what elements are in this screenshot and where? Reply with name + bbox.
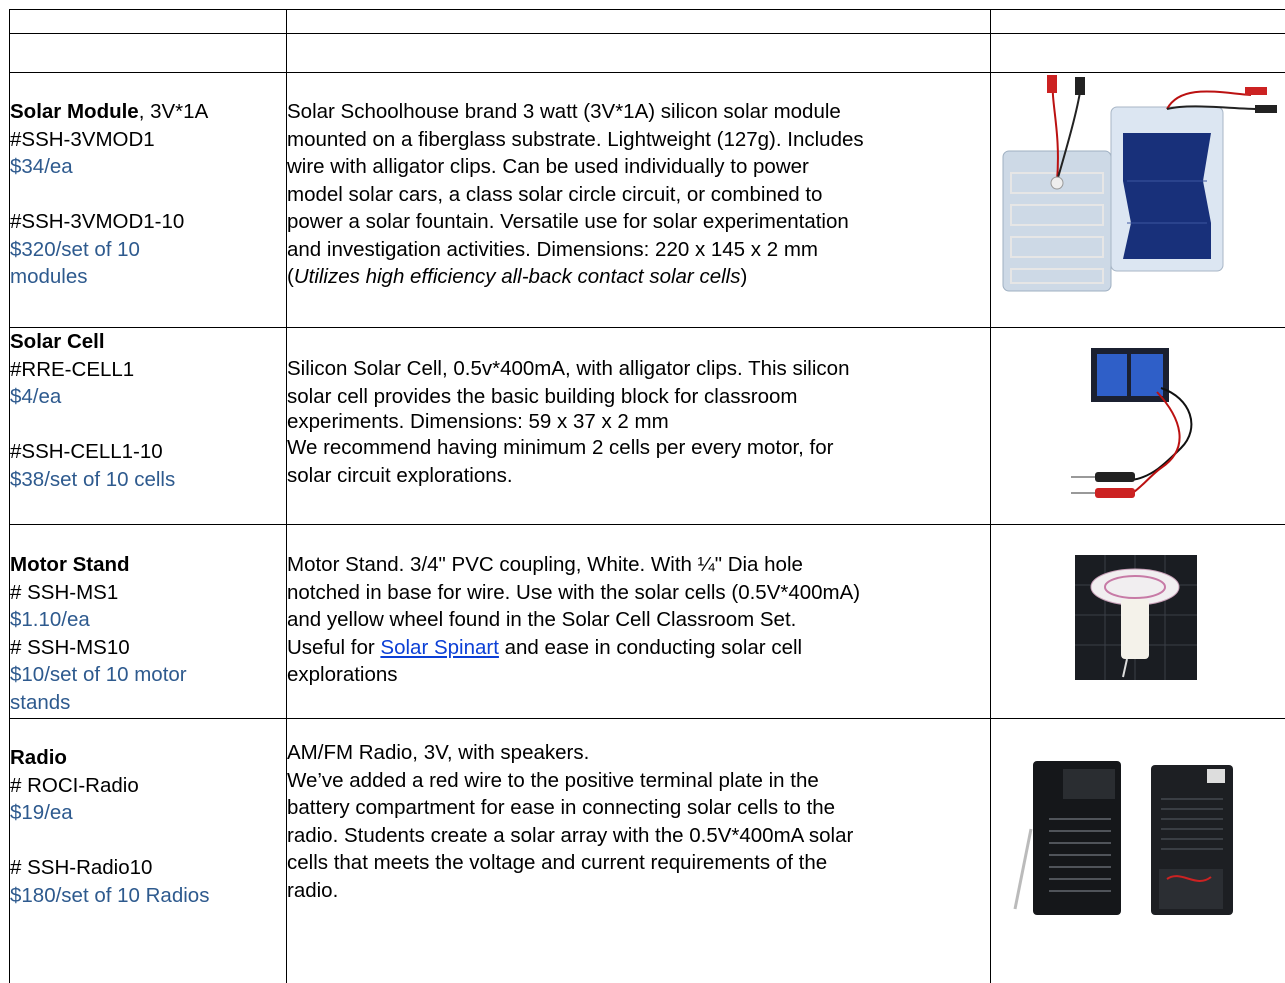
description-line: battery compartment for ease in connecti…	[287, 794, 990, 822]
product-info-cell: Radio # ROCI-Radio $19/ea # SSH-Radio10 …	[10, 719, 287, 983]
italic-note: Utilizes high efficiency all-back contac…	[294, 265, 741, 288]
product-description-cell: Solar Schoolhouse brand 3 watt (3V*1A) s…	[287, 73, 991, 328]
description-line: Silicon Solar Cell, 0.5v*400mA, with all…	[287, 355, 990, 383]
sku: # SSH-Radio10	[10, 854, 286, 882]
sku: #RRE-CELL1	[10, 356, 286, 384]
sku: # ROCI-Radio	[10, 772, 286, 800]
description-line: notched in base for wire. Use with the s…	[287, 579, 990, 607]
product-image-cell	[991, 73, 1285, 328]
price: $180/set of 10 Radios	[10, 882, 286, 910]
empty-row	[10, 10, 1285, 34]
sku: #SSH-CELL1-10	[10, 438, 286, 466]
sku: #SSH-3VMOD1-10	[10, 208, 286, 236]
description-line: wire with alligator clips. Can be used i…	[287, 153, 990, 181]
description-line: explorations	[287, 661, 990, 689]
product-table: Solar Module, 3V*1A #SSH-3VMOD1 $34/ea #…	[9, 9, 1285, 983]
product-info-cell: Solar Cell #RRE-CELL1 $4/ea #SSH-CELL1-1…	[10, 328, 287, 525]
empty-cell	[287, 34, 991, 73]
empty-cell	[991, 34, 1285, 73]
sku: # SSH-MS10	[10, 634, 286, 662]
price: $1.10/ea	[10, 606, 286, 634]
product-image-cell	[991, 719, 1285, 983]
product-image-cell	[991, 328, 1285, 525]
solar-spinart-link[interactable]: Solar Spinart	[380, 636, 499, 659]
product-name: Radio	[10, 719, 286, 772]
description-line: AM/FM Radio, 3V, with speakers.	[287, 739, 990, 767]
radio-photo-icon	[991, 719, 1281, 919]
price: $19/ea	[10, 799, 286, 827]
price: $10/set of 10 motor	[10, 661, 286, 689]
product-name: Motor Stand	[10, 525, 286, 579]
product-row-radio: Radio # ROCI-Radio $19/ea # SSH-Radio10 …	[10, 719, 1285, 983]
description-line: model solar cars, a class solar circle c…	[287, 181, 990, 209]
sku: #SSH-3VMOD1	[10, 126, 286, 154]
description-line: radio. Students create a solar array wit…	[287, 822, 990, 850]
product-row-solar-module: Solar Module, 3V*1A #SSH-3VMOD1 $34/ea #…	[10, 73, 1285, 328]
description-line: We’ve added a red wire to the positive t…	[287, 767, 990, 795]
description-line: experiments. Dimensions: 59 x 37 x 2 mm	[287, 410, 990, 434]
description-line: We recommend having minimum 2 cells per …	[287, 434, 990, 462]
sku: # SSH-MS1	[10, 579, 286, 607]
price: $4/ea	[10, 383, 286, 411]
product-name-suffix: , 3V*1A	[139, 100, 209, 123]
solar-cell-photo-icon	[991, 328, 1281, 518]
product-description-cell: Motor Stand. 3/4" PVC coupling, White. W…	[287, 525, 991, 719]
product-description-cell: Silicon Solar Cell, 0.5v*400mA, with all…	[287, 328, 991, 525]
product-row-motor-stand: Motor Stand # SSH-MS1 $1.10/ea # SSH-MS1…	[10, 525, 1285, 719]
description-line: solar circuit explorations.	[287, 462, 990, 490]
product-info-cell: Solar Module, 3V*1A #SSH-3VMOD1 $34/ea #…	[10, 73, 287, 328]
description-line: (Utilizes high efficiency all-back conta…	[287, 263, 990, 291]
description-line: and yellow wheel found in the Solar Cell…	[287, 606, 990, 634]
description-line: power a solar fountain. Versatile use fo…	[287, 208, 990, 236]
description-line: cells that meets the voltage and current…	[287, 849, 990, 877]
empty-cell	[991, 10, 1285, 34]
product-row-solar-cell: Solar Cell #RRE-CELL1 $4/ea #SSH-CELL1-1…	[10, 328, 1285, 525]
description-line: Useful for Solar Spinart and ease in con…	[287, 634, 990, 662]
empty-cell	[10, 10, 287, 34]
empty-cell	[10, 34, 287, 73]
price: $320/set of 10	[10, 236, 286, 264]
description-line: and investigation activities. Dimensions…	[287, 236, 990, 264]
solar-module-photo-icon	[991, 73, 1281, 325]
price: $34/ea	[10, 153, 286, 181]
price: $38/set of 10 cells	[10, 466, 286, 494]
product-image-cell	[991, 525, 1285, 719]
motor-stand-photo-icon	[991, 525, 1281, 715]
price: modules	[10, 263, 286, 291]
description-line: radio.	[287, 877, 990, 905]
empty-cell	[287, 10, 991, 34]
product-description-cell: AM/FM Radio, 3V, with speakers. We’ve ad…	[287, 719, 991, 983]
empty-row	[10, 34, 1285, 73]
description-line: mounted on a fiberglass substrate. Light…	[287, 126, 990, 154]
product-info-cell: Motor Stand # SSH-MS1 $1.10/ea # SSH-MS1…	[10, 525, 287, 719]
product-name: Solar Cell	[10, 328, 286, 356]
description-line: Solar Schoolhouse brand 3 watt (3V*1A) s…	[287, 98, 990, 126]
price: stands	[10, 689, 286, 717]
product-name: Solar Module	[10, 100, 139, 123]
description-line: Motor Stand. 3/4" PVC coupling, White. W…	[287, 551, 990, 579]
description-line: solar cell provides the basic building b…	[287, 383, 990, 411]
